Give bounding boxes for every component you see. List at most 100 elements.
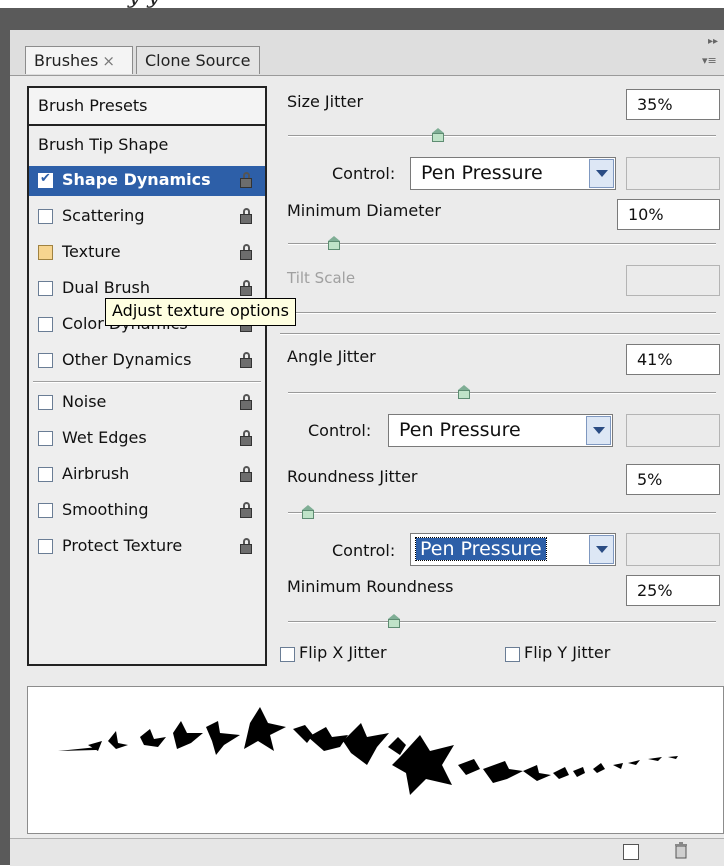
roundness-jitter-label: Roundness Jitter — [287, 467, 418, 486]
category-item-texture[interactable]: Texture — [29, 238, 265, 268]
category-item-wet-edges[interactable]: Wet Edges — [29, 424, 265, 454]
minimum-diameter-slider-thumb[interactable] — [328, 236, 340, 250]
texture-checkbox[interactable] — [38, 245, 53, 260]
category-item-noise[interactable]: Noise — [29, 388, 265, 418]
lock-icon[interactable] — [239, 430, 253, 446]
category-item-airbrush[interactable]: Airbrush — [29, 460, 265, 490]
flip-y-jitter-checkbox[interactable] — [505, 647, 520, 662]
category-label: Shape Dynamics — [62, 170, 211, 189]
category-label: Protect Texture — [62, 536, 183, 555]
roundness-jitter-slider-track[interactable] — [288, 512, 716, 514]
lock-icon[interactable] — [239, 466, 253, 482]
category-label: Wet Edges — [62, 428, 147, 447]
flip-x-jitter-label: Flip X Jitter — [299, 643, 387, 662]
tab-brushes-label: Brushes — [34, 51, 99, 70]
minimum-roundness-slider-thumb[interactable] — [388, 614, 400, 628]
category-item-other-dynamics[interactable]: Other Dynamics — [29, 346, 265, 376]
new-brush-icon[interactable] — [623, 844, 639, 860]
chevron-down-icon[interactable] — [586, 416, 611, 445]
noise-checkbox[interactable] — [38, 395, 53, 410]
category-label: Scattering — [62, 206, 145, 225]
flip-x-jitter-checkbox[interactable] — [280, 647, 295, 662]
tab-clone-source[interactable]: Clone Source — [136, 46, 260, 74]
angle-jitter-slider-thumb[interactable] — [458, 385, 470, 399]
tilt-scale-input — [626, 265, 720, 296]
airbrush-checkbox[interactable] — [38, 467, 53, 482]
tooltip: Adjust texture options — [105, 298, 296, 326]
dropdown-value: Pen Pressure — [415, 537, 547, 561]
minimum-diameter-slider-track[interactable] — [288, 243, 716, 245]
stroke-preview-drawing — [58, 707, 678, 795]
minimum-diameter-input[interactable]: 10% — [617, 199, 720, 230]
checkmark-icon: ✔ — [40, 171, 51, 186]
trash-icon[interactable] — [673, 842, 689, 859]
brush-tip-shape-item[interactable]: Brush Tip Shape — [29, 128, 265, 162]
category-label: Dual Brush — [62, 278, 150, 297]
brush-tip-shape-label: Brush Tip Shape — [38, 135, 169, 154]
category-label: Other Dynamics — [62, 350, 192, 369]
lock-icon[interactable] — [239, 280, 253, 296]
roundness-control-label: Control: — [332, 541, 396, 560]
angle-jitter-input[interactable]: 41% — [626, 344, 720, 375]
chevron-down-icon[interactable] — [589, 159, 614, 188]
angle-control-field — [626, 414, 720, 447]
minimum-diameter-label: Minimum Diameter — [287, 201, 441, 220]
lock-icon[interactable] — [239, 208, 253, 224]
cropped-heading-fragment: y y — [128, 0, 160, 8]
minimum-roundness-slider-track[interactable] — [288, 621, 716, 623]
tab-clone-source-label: Clone Source — [145, 51, 251, 70]
minimum-roundness-label: Minimum Roundness — [287, 577, 454, 596]
size-control-dropdown[interactable]: Pen Pressure — [410, 157, 616, 190]
category-item-smoothing[interactable]: Smoothing — [29, 496, 265, 526]
lock-icon[interactable] — [239, 172, 253, 188]
size-jitter-label: Size Jitter — [287, 92, 364, 111]
roundness-control-field — [626, 533, 720, 566]
protect-texture-checkbox[interactable] — [38, 539, 53, 554]
angle-control-label: Control: — [308, 421, 372, 440]
lock-icon[interactable] — [239, 502, 253, 518]
size-jitter-input[interactable]: 35% — [626, 89, 720, 120]
panel-menu-icon[interactable]: ▾≡ — [702, 54, 717, 67]
category-item-scattering[interactable]: Scattering — [29, 202, 265, 232]
brush-presets-button[interactable]: Brush Presets — [27, 86, 267, 126]
tilt-scale-slider-track — [288, 312, 716, 314]
category-label: Smoothing — [62, 500, 149, 519]
roundness-jitter-input[interactable]: 5% — [626, 464, 720, 495]
size-control-label: Control: — [332, 164, 396, 183]
dual-brush-checkbox[interactable] — [38, 281, 53, 296]
wet-edges-checkbox[interactable] — [38, 431, 53, 446]
dropdown-value: Pen Pressure — [399, 419, 521, 441]
tab-close-icon[interactable]: × — [102, 52, 115, 70]
minimum-roundness-input[interactable]: 25% — [626, 575, 720, 606]
tilt-scale-label: Tilt Scale — [287, 269, 356, 287]
chevron-down-icon[interactable] — [589, 535, 614, 564]
category-separator — [33, 381, 261, 383]
angle-control-dropdown[interactable]: Pen Pressure — [388, 414, 613, 447]
shape-dynamics-checkbox[interactable]: ✔ — [38, 171, 53, 188]
other-dynamics-checkbox[interactable] — [38, 353, 53, 368]
brush-presets-label: Brush Presets — [38, 96, 148, 115]
roundness-jitter-slider-thumb[interactable] — [302, 505, 314, 519]
tab-brushes[interactable]: Brushes × — [25, 46, 133, 74]
brush-stroke-preview — [27, 686, 724, 834]
scattering-checkbox[interactable] — [38, 209, 53, 224]
lock-icon[interactable] — [239, 538, 253, 554]
lock-icon[interactable] — [239, 244, 253, 260]
size-control-fade-field — [626, 157, 720, 190]
category-item-protect-texture[interactable]: Protect Texture — [29, 532, 265, 562]
angle-jitter-slider-track[interactable] — [288, 392, 716, 394]
panel-bottom-bar — [10, 838, 724, 866]
size-jitter-slider-track[interactable] — [288, 135, 716, 137]
smoothing-checkbox[interactable] — [38, 503, 53, 518]
category-label: Texture — [62, 242, 121, 261]
color-dynamics-checkbox[interactable] — [38, 317, 53, 332]
category-item-shape-dynamics[interactable]: ✔ Shape Dynamics — [29, 166, 265, 196]
roundness-control-dropdown[interactable]: Pen Pressure — [410, 533, 616, 566]
flip-y-jitter-label: Flip Y Jitter — [524, 643, 611, 662]
lock-icon[interactable] — [239, 394, 253, 410]
category-label: Noise — [62, 392, 107, 411]
category-label: Airbrush — [62, 464, 130, 483]
lock-icon[interactable] — [239, 352, 253, 368]
size-jitter-slider-thumb[interactable] — [432, 128, 444, 142]
collapse-panel-icon[interactable]: ▸▸ — [708, 36, 718, 47]
